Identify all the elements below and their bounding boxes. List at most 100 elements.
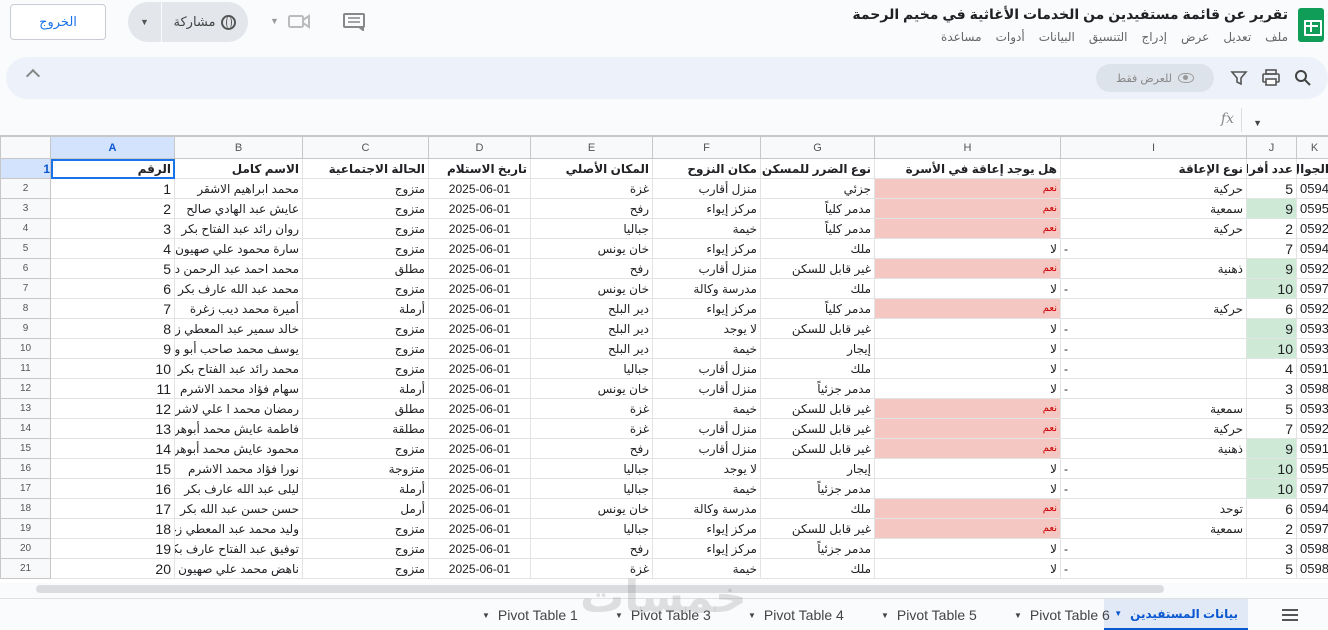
- cell-dis[interactable]: نعم: [874, 258, 1061, 279]
- cell-dis_type[interactable]: -: [1060, 538, 1247, 559]
- cell-damage[interactable]: مدمر جزئياً: [760, 378, 875, 399]
- cell-name[interactable]: ناهض محمد علي صهيون: [174, 558, 303, 579]
- cell-num[interactable]: 16: [50, 478, 175, 499]
- header-cell[interactable]: مكان النزوح: [652, 158, 761, 179]
- tab-pivot-4[interactable]: ▼ Pivot Table 4: [738, 599, 854, 630]
- cell-name[interactable]: أميرة محمد ديب زغرة: [174, 298, 303, 319]
- cell-dis[interactable]: لا: [874, 378, 1061, 399]
- cell-phone[interactable]: 059750: [1296, 278, 1328, 299]
- cell-orig[interactable]: خان يونس: [530, 378, 653, 399]
- cell-orig[interactable]: دير البلح: [530, 318, 653, 339]
- cell-date[interactable]: 2025-06-01: [428, 498, 531, 519]
- cell-family[interactable]: 5: [1246, 178, 1297, 199]
- cell-damage[interactable]: إيجار: [760, 338, 875, 359]
- cell-dis[interactable]: نعم: [874, 298, 1061, 319]
- cell-family[interactable]: 3: [1246, 538, 1297, 559]
- cell-damage[interactable]: مدمر كلياً: [760, 298, 875, 319]
- row-number[interactable]: 13: [0, 398, 51, 419]
- cell-dis[interactable]: نعم: [874, 418, 1061, 439]
- cell-date[interactable]: 2025-06-01: [428, 478, 531, 499]
- cell-phone[interactable]: 059437: [1296, 238, 1328, 259]
- header-cell[interactable]: المكان الأصلي: [530, 158, 653, 179]
- column-header[interactable]: F: [652, 136, 761, 159]
- header-cell[interactable]: تاريخ الاستلام: [428, 158, 531, 179]
- cell-date[interactable]: 2025-06-01: [428, 338, 531, 359]
- row-number[interactable]: 21: [0, 558, 51, 579]
- cell-family[interactable]: 6: [1246, 298, 1297, 319]
- cell-disp[interactable]: منزل أقارب: [652, 258, 761, 279]
- cell-phone[interactable]: 059822: [1296, 378, 1328, 399]
- cell-disp[interactable]: خيمة: [652, 338, 761, 359]
- cell-family[interactable]: 2: [1246, 218, 1297, 239]
- cell-family[interactable]: 10: [1246, 338, 1297, 359]
- cell-status[interactable]: متزوج: [302, 238, 429, 259]
- chevron-down-icon[interactable]: ▼: [881, 611, 889, 620]
- cell-family[interactable]: 10: [1246, 458, 1297, 479]
- cell-status[interactable]: متزوج: [302, 558, 429, 579]
- cell-phone[interactable]: 059473: [1296, 498, 1328, 519]
- cell-name[interactable]: ليلى عبد الله عارف بكر: [174, 478, 303, 499]
- cell-orig[interactable]: جباليا: [530, 218, 653, 239]
- sheets-logo-icon[interactable]: [1298, 8, 1324, 42]
- row-number[interactable]: 10: [0, 338, 51, 359]
- cell-date[interactable]: 2025-06-01: [428, 238, 531, 259]
- menu-edit[interactable]: تعديل: [1223, 30, 1251, 44]
- cell-orig[interactable]: غزة: [530, 178, 653, 199]
- cell-dis[interactable]: لا: [874, 318, 1061, 339]
- document-title[interactable]: تقرير عن قائمة مستفيدين من الخدمات الأغا…: [852, 6, 1288, 23]
- cell-family[interactable]: 9: [1246, 198, 1297, 219]
- cell-date[interactable]: 2025-06-01: [428, 278, 531, 299]
- cell-damage[interactable]: مدمر كلياً: [760, 218, 875, 239]
- cell-phone[interactable]: 059824: [1296, 538, 1328, 559]
- row-number[interactable]: 16: [0, 458, 51, 479]
- cell-dis[interactable]: نعم: [874, 198, 1061, 219]
- menu-insert[interactable]: إدراج: [1141, 30, 1167, 44]
- cell-status[interactable]: متزوج: [302, 538, 429, 559]
- cell-family[interactable]: 10: [1246, 478, 1297, 499]
- cell-disp[interactable]: مدرسة وكالة: [652, 278, 761, 299]
- video-camera-icon[interactable]: [288, 14, 310, 29]
- cell-family[interactable]: 7: [1246, 418, 1297, 439]
- cell-date[interactable]: 2025-06-01: [428, 378, 531, 399]
- cell-status[interactable]: متزوج: [302, 518, 429, 539]
- cell-orig[interactable]: دير البلح: [530, 298, 653, 319]
- cell-phone[interactable]: 059258: [1296, 218, 1328, 239]
- row-number[interactable]: 19: [0, 518, 51, 539]
- row-number[interactable]: 15: [0, 438, 51, 459]
- cell-name[interactable]: محمد عبد الله عارف بكر: [174, 278, 303, 299]
- spreadsheet-grid[interactable]: ABCDEFGHIJK 1 الرقم الاسم كامل الحالة الاجت…: [0, 135, 1328, 583]
- cell-date[interactable]: 2025-06-01: [428, 318, 531, 339]
- cell-family[interactable]: 10: [1246, 278, 1297, 299]
- cell-date[interactable]: 2025-06-01: [428, 558, 531, 579]
- column-header[interactable]: A: [50, 136, 175, 159]
- header-cell[interactable]: الحالة الاجتماعية: [302, 158, 429, 179]
- cell-dis[interactable]: نعم: [874, 438, 1061, 459]
- cell-damage[interactable]: ملك: [760, 358, 875, 379]
- cell-num[interactable]: 10: [50, 358, 175, 379]
- cell-dis_type[interactable]: -: [1060, 318, 1247, 339]
- cell-status[interactable]: متزوج: [302, 318, 429, 339]
- column-header[interactable]: K: [1296, 136, 1328, 159]
- cell-orig[interactable]: غزة: [530, 398, 653, 419]
- cell-status[interactable]: متزوج: [302, 338, 429, 359]
- row-number[interactable]: 1: [0, 158, 51, 179]
- cell-name[interactable]: يوسف محمد صاحب أبو وطفة: [174, 338, 303, 359]
- cell-name[interactable]: محمد رائد عبد الفتاح بكر: [174, 358, 303, 379]
- cell-status[interactable]: متزوج: [302, 178, 429, 199]
- cell-status[interactable]: متزوج: [302, 218, 429, 239]
- cell-status[interactable]: متزوج: [302, 358, 429, 379]
- column-header[interactable]: C: [302, 136, 429, 159]
- row-number[interactable]: 12: [0, 378, 51, 399]
- cell-orig[interactable]: رفح: [530, 438, 653, 459]
- cell-orig[interactable]: رفح: [530, 538, 653, 559]
- cell-damage[interactable]: ملك: [760, 558, 875, 579]
- cell-phone[interactable]: 059389: [1296, 398, 1328, 419]
- cell-name[interactable]: عايش عبد الهادي صالح: [174, 198, 303, 219]
- cell-disp[interactable]: مركز إيواء: [652, 298, 761, 319]
- cell-dis[interactable]: نعم: [874, 178, 1061, 199]
- cell-status[interactable]: متزوجة: [302, 458, 429, 479]
- cell-num[interactable]: 15: [50, 458, 175, 479]
- cell-damage[interactable]: جزئي: [760, 178, 875, 199]
- cell-orig[interactable]: رفح: [530, 258, 653, 279]
- cell-date[interactable]: 2025-06-01: [428, 258, 531, 279]
